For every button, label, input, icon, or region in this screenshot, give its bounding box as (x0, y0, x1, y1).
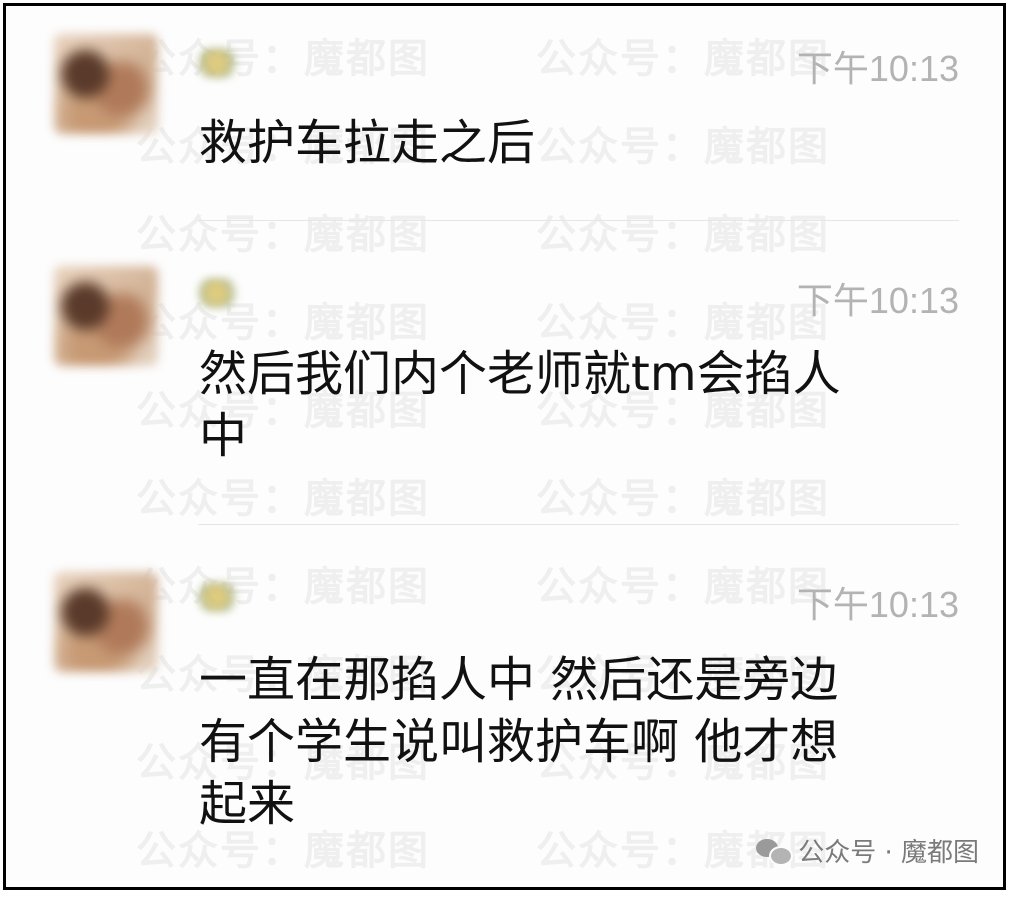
avatar[interactable] (54, 34, 158, 134)
watermark-text: 公众号：魔都图 (136, 300, 430, 346)
watermark-text: 公众号：魔都图 (536, 36, 830, 82)
message-text: 然后我们内个老师就tm会掐人 中 (199, 346, 841, 464)
watermark-text: 公众号：魔都图 (536, 212, 830, 258)
wechat-icon (756, 837, 794, 866)
divider (198, 524, 959, 525)
watermark-text: 公众号：魔都图 (136, 476, 430, 522)
avatar[interactable] (54, 266, 158, 366)
watermark-text: 公众号：魔都图 (136, 564, 430, 610)
message-time: 下午10:13 (796, 584, 959, 625)
watermark-text: 公众号：魔都图 (536, 476, 830, 522)
sender-name (198, 582, 244, 612)
watermark-text: 公众号：魔都图 (136, 212, 430, 258)
footer-label: 公众号 · 魔都图 (798, 838, 979, 868)
avatar[interactable] (54, 572, 158, 672)
watermark-text: 公众号：魔都图 (136, 36, 430, 82)
message-text: 救护车拉走之后 (199, 115, 536, 171)
source-footer: 公众号 · 魔都图 (756, 832, 979, 869)
watermark-text: 公众号：魔都图 (536, 300, 830, 346)
divider (198, 220, 959, 221)
sender-name (198, 48, 244, 78)
sender-name (198, 278, 244, 308)
watermark-text: 公众号：魔都图 (536, 564, 830, 610)
chat-screenshot: 公众号：魔都图 公众号：魔都图 公众号：魔都图 公众号：魔都图 公众号：魔都图 公众号：魔… (3, 3, 1006, 890)
message-time: 下午10:13 (796, 48, 959, 89)
message-text: 一直在那掐人中 然后还是旁边 有个学生说叫救护车啊 他才想 起来 (199, 652, 839, 832)
message-time: 下午10:13 (796, 280, 959, 321)
